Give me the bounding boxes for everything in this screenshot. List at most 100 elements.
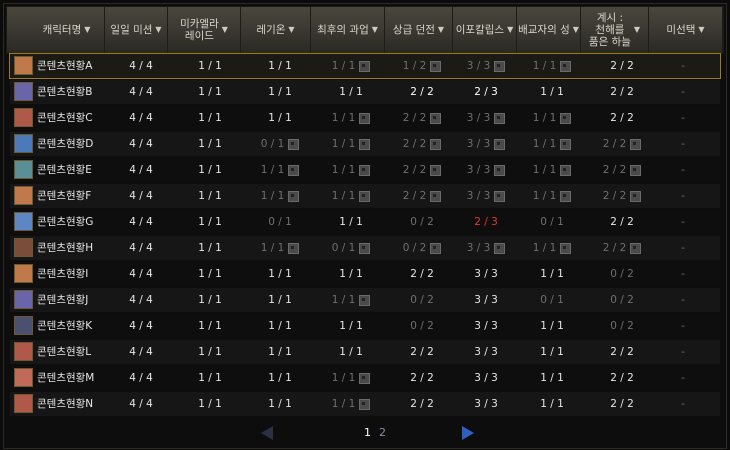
progress-cell: 0 / 2 <box>390 314 454 338</box>
progress-value: - <box>681 346 685 358</box>
table-row[interactable]: 콘텐츠현황L 4 / 4 1 / 1 1 / 1 1 / 1 2 / 2 3 / 3 1 / … <box>10 340 720 364</box>
progress-cell: 2 / 2 <box>390 80 454 104</box>
progress-value: 1 / 1 <box>268 268 292 280</box>
progress-value: 4 / 4 <box>129 86 153 98</box>
character-name: 콘텐츠현황I <box>37 268 89 280</box>
progress-cell: 1 / 1 <box>522 158 582 182</box>
column-header-label: 상급 던전 <box>392 24 435 36</box>
progress-cell: 2 / 2 <box>590 366 654 390</box>
character-name: 콘텐츠현황K <box>37 320 93 332</box>
progress-value: 1 / 1 <box>540 346 564 358</box>
lock-icon <box>560 138 572 150</box>
progress-cell: - <box>658 158 708 182</box>
column-header-0[interactable]: 캐릭터명 ▼ <box>29 7 105 53</box>
progress-value: 3 / 3 <box>466 164 491 176</box>
sort-dropdown-icon[interactable]: ▼ <box>438 24 444 36</box>
lock-icon <box>430 190 442 202</box>
column-header-label: 캐릭터명 <box>42 24 82 36</box>
progress-cell: - <box>658 106 708 130</box>
sort-dropdown-icon[interactable]: ▼ <box>573 24 579 36</box>
column-header-2[interactable]: 미카엘라 레이드 ▼ <box>168 7 241 53</box>
table-row[interactable]: 콘텐츠현황H 4 / 4 1 / 1 1 / 1 0 / 1 0 / 2 3 / 3 1 / … <box>10 236 720 260</box>
lock-icon <box>288 242 300 254</box>
character-name: 콘텐츠현황C <box>37 112 93 124</box>
progress-cell: 3 / 3 <box>456 314 516 338</box>
table-row[interactable]: 콘텐츠현황F 4 / 4 1 / 1 1 / 1 1 / 1 2 / 2 3 / 3 1 / … <box>10 184 720 208</box>
sort-dropdown-icon[interactable]: ▼ <box>288 24 294 36</box>
table-row[interactable]: 콘텐츠현황D 4 / 4 1 / 1 0 / 1 1 / 1 2 / 2 3 / 3 1 / … <box>10 132 720 156</box>
sort-dropdown-icon[interactable]: ▼ <box>84 24 90 36</box>
progress-cell: 2 / 2 <box>590 184 654 208</box>
progress-value: 2 / 2 <box>402 138 427 150</box>
lock-icon <box>494 164 506 176</box>
lock-icon <box>630 164 642 176</box>
table-row[interactable]: 콘텐츠현황A 4 / 4 1 / 1 1 / 1 1 / 1 1 / 2 3 / 3 1 / … <box>9 53 721 79</box>
progress-value: 2 / 3 <box>474 86 498 98</box>
progress-cell: 4 / 4 <box>110 288 172 312</box>
progress-value: - <box>681 372 685 384</box>
sort-dropdown-icon[interactable]: ▼ <box>698 24 704 36</box>
progress-cell: 1 / 1 <box>316 184 386 208</box>
table-row[interactable]: 콘텐츠현황M 4 / 4 1 / 1 1 / 1 1 / 1 2 / 2 3 / 3 1 / … <box>10 366 720 390</box>
progress-cell: 2 / 2 <box>390 340 454 364</box>
next-page-icon[interactable] <box>462 426 474 440</box>
sort-dropdown-icon[interactable]: ▼ <box>372 24 378 36</box>
character-name: 콘텐츠현황L <box>37 346 92 358</box>
progress-cell: 0 / 2 <box>390 210 454 234</box>
column-header-5[interactable]: 상급 던전 ▼ <box>385 7 453 53</box>
sort-dropdown-icon[interactable]: ▼ <box>507 24 513 36</box>
column-header-7[interactable]: 배교자의 성 ▼ <box>517 7 581 53</box>
progress-value: 4 / 4 <box>129 112 153 124</box>
table-row[interactable]: 콘텐츠현황K 4 / 4 1 / 1 1 / 1 1 / 1 0 / 2 3 / 3 1 / … <box>10 314 720 338</box>
table-row[interactable]: 콘텐츠현황J 4 / 4 1 / 1 1 / 1 1 / 1 0 / 2 3 / 3 0 / … <box>10 288 720 312</box>
lock-icon <box>359 242 371 254</box>
progress-cell: - <box>658 80 708 104</box>
progress-cell: 1 / 1 <box>250 80 310 104</box>
progress-cell: 2 / 2 <box>590 158 654 182</box>
progress-cell: 2 / 2 <box>590 236 654 260</box>
avatar <box>14 186 33 205</box>
table-row[interactable]: 콘텐츠현황E 4 / 4 1 / 1 1 / 1 1 / 1 2 / 2 3 / 3 1 / … <box>10 158 720 182</box>
progress-cell: 0 / 1 <box>250 132 310 156</box>
table-row[interactable]: 콘텐츠현황B 4 / 4 1 / 1 1 / 1 1 / 1 2 / 2 2 / 3 1 / … <box>10 80 720 104</box>
sort-dropdown-icon[interactable]: ▼ <box>634 24 640 36</box>
table-row[interactable]: 콘텐츠현황N 4 / 4 1 / 1 1 / 1 1 / 1 2 / 2 3 / 3 1 / … <box>10 392 720 416</box>
progress-cell: 1 / 1 <box>180 392 240 416</box>
progress-value: 2 / 2 <box>402 112 427 124</box>
column-header-6[interactable]: 이포칼립스 ▼ <box>453 7 517 53</box>
progress-cell: 3 / 3 <box>456 158 516 182</box>
table-row[interactable]: 콘텐츠현황G 4 / 4 1 / 1 0 / 1 1 / 1 0 / 2 2 / 3 0 / … <box>10 210 720 234</box>
sort-dropdown-icon[interactable]: ▼ <box>155 24 161 36</box>
table-row[interactable]: 콘텐츠현황C 4 / 4 1 / 1 1 / 1 1 / 1 2 / 2 3 / 3 1 / … <box>10 106 720 130</box>
progress-value: 1 / 1 <box>532 112 557 124</box>
progress-value: 1 / 1 <box>268 86 292 98</box>
progress-cell: 1 / 1 <box>180 288 240 312</box>
character-name: 콘텐츠현황D <box>37 138 94 150</box>
progress-cell: - <box>658 132 708 156</box>
column-header-3[interactable]: 레기온 ▼ <box>241 7 311 53</box>
progress-value: 1 / 1 <box>532 138 557 150</box>
progress-cell: 4 / 4 <box>110 236 172 260</box>
column-header-4[interactable]: 최후의 과업 ▼ <box>311 7 385 53</box>
column-header-1[interactable]: 일일 미션 ▼ <box>105 7 168 53</box>
progress-value: 1 / 1 <box>532 164 557 176</box>
progress-value: 4 / 4 <box>129 346 153 358</box>
table-row[interactable]: 콘텐츠현황I 4 / 4 1 / 1 1 / 1 1 / 1 2 / 2 3 / 3 1 / … <box>10 262 720 286</box>
progress-value: 0 / 1 <box>540 216 564 228</box>
progress-value: 1 / 1 <box>260 164 285 176</box>
lock-icon <box>430 242 442 254</box>
progress-value: - <box>681 398 685 410</box>
sort-dropdown-icon[interactable]: ▼ <box>222 24 228 36</box>
progress-value: 1 / 1 <box>540 320 564 332</box>
progress-value: 2 / 2 <box>410 398 434 410</box>
column-header-9[interactable]: 미선택 ▼ <box>649 7 723 53</box>
progress-cell: 4 / 4 <box>110 210 172 234</box>
progress-cell: 1 / 1 <box>316 158 386 182</box>
column-header-8[interactable]: 계시 : 천해를 품은 하늘 ▼ <box>581 7 649 53</box>
page-1-link[interactable]: 1 <box>364 426 371 439</box>
progress-cell: 2 / 2 <box>390 366 454 390</box>
prev-page-icon[interactable] <box>261 426 273 440</box>
progress-value: 2 / 2 <box>410 268 434 280</box>
progress-value: 3 / 3 <box>466 138 491 150</box>
page-2-link[interactable]: 2 <box>379 426 386 439</box>
